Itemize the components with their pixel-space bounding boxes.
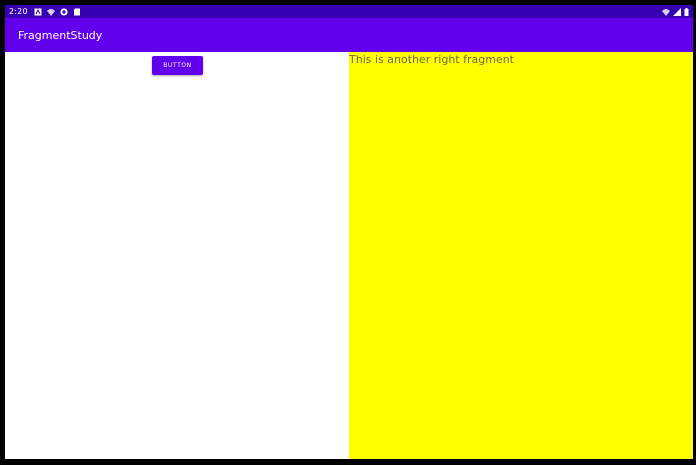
sd-card-icon (73, 8, 81, 16)
a-icon (34, 8, 42, 16)
status-left-icons (34, 7, 81, 16)
device-screen: 2:20 FragmentStudy BUTTON This is anothe… (5, 5, 693, 459)
app-bar: FragmentStudy (5, 18, 693, 52)
fragment-button[interactable]: BUTTON (152, 56, 203, 75)
status-bar: 2:20 (5, 5, 693, 18)
right-fragment-text: This is another right fragment (349, 53, 514, 66)
right-fragment: This is another right fragment (349, 52, 693, 459)
app-title: FragmentStudy (18, 28, 103, 42)
wifi-icon (662, 8, 670, 16)
status-time: 2:20 (9, 7, 28, 16)
battery-icon (684, 7, 689, 16)
wifi-icon (46, 8, 55, 16)
signal-icon (673, 7, 681, 16)
left-fragment: BUTTON (5, 52, 349, 459)
status-right-icons (662, 5, 689, 18)
circle-notification-icon (60, 7, 68, 16)
